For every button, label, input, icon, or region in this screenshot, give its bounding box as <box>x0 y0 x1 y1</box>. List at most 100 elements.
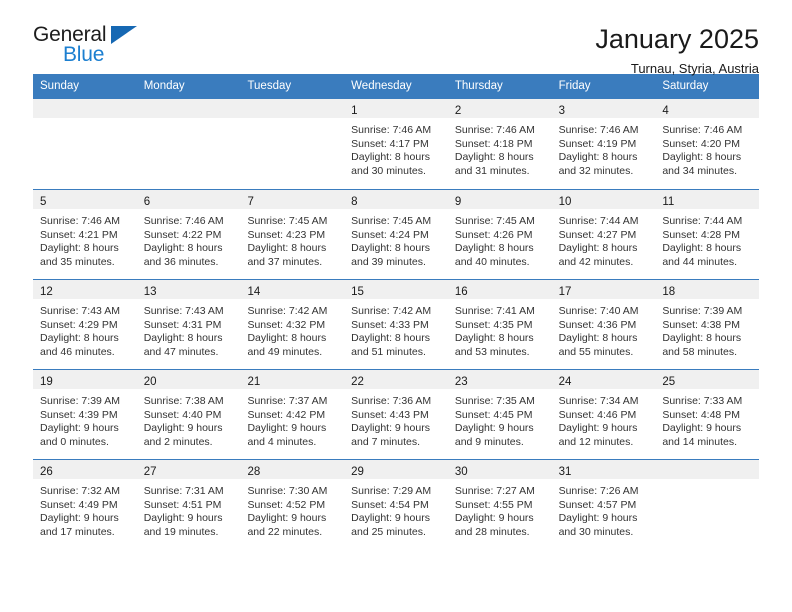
weekday-header-thursday: Thursday <box>454 80 503 92</box>
day-cell[interactable]: 30 Sunrise: 7:27 AM Sunset: 4:55 PM Dayligh… <box>447 460 552 549</box>
day-number: 8 <box>351 196 358 208</box>
day-detail-line: and 35 minutes. <box>40 255 115 268</box>
day-cell[interactable]: 7 Sunrise: 7:45 AM Sunset: 4:23 PM Daylight… <box>240 190 345 279</box>
weekday-header-wednesday: Wednesday <box>351 80 412 92</box>
day-number-band: 22 <box>344 370 448 389</box>
day-cell[interactable]: 11 Sunrise: 7:44 AM Sunset: 4:28 PM Dayligh… <box>655 190 760 279</box>
day-cell[interactable]: 21 Sunrise: 7:37 AM Sunset: 4:42 PM Dayligh… <box>240 370 345 459</box>
day-detail-line: Sunset: 4:18 PM <box>454 137 533 150</box>
calendar-weeks: 1 Sunrise: 7:46 AM Sunset: 4:17 PM Daylight… <box>33 99 760 549</box>
day-details: Sunrise: 7:43 AM Sunset: 4:31 PM Daylight:… <box>137 299 241 359</box>
day-details: Sunrise: 7:26 AM Sunset: 4:57 PM Daylight:… <box>552 479 656 539</box>
day-cell[interactable]: 17 Sunrise: 7:40 AM Sunset: 4:36 PM Dayligh… <box>551 280 656 369</box>
day-number-band: 29 <box>344 460 448 479</box>
day-cell[interactable]: 27 Sunrise: 7:31 AM Sunset: 4:51 PM Dayligh… <box>136 460 241 549</box>
day-detail-line: Sunrise: 7:46 AM <box>558 124 639 136</box>
day-cell[interactable]: 2 Sunrise: 7:46 AM Sunset: 4:18 PM Daylight… <box>447 99 552 189</box>
day-detail-line: Sunrise: 7:40 AM <box>558 305 639 317</box>
day-number-band: 2 <box>447 99 552 118</box>
day-detail-line: and 31 minutes. <box>454 164 530 177</box>
page-title: January 2025 <box>595 24 759 54</box>
day-detail-line: Daylight: 9 hours <box>247 512 327 524</box>
day-detail-line: Sunset: 4:39 PM <box>40 408 118 421</box>
day-detail-line: Sunrise: 7:39 AM <box>662 305 743 317</box>
day-detail-line: Daylight: 9 hours <box>351 512 430 524</box>
day-cell[interactable]: 28 Sunrise: 7:30 AM Sunset: 4:52 PM Dayligh… <box>240 460 345 549</box>
weekday-header-row: Sunday Monday Tuesday Wednesday Thursday Frid… <box>33 74 759 99</box>
day-detail-line: Sunset: 4:23 PM <box>247 228 326 241</box>
day-detail-line: Daylight: 9 hours <box>143 422 223 434</box>
day-cell[interactable]: 23 Sunrise: 7:35 AM Sunset: 4:45 PM Dayligh… <box>447 370 552 459</box>
day-number-band: 24 <box>551 370 656 389</box>
day-cell[interactable]: 16 Sunrise: 7:41 AM Sunset: 4:35 PM Dayligh… <box>447 280 552 369</box>
day-detail-line: Sunset: 4:55 PM <box>454 498 533 511</box>
day-cell[interactable]: 13 Sunrise: 7:43 AM Sunset: 4:31 PM Dayligh… <box>136 280 241 369</box>
day-details: Sunrise: 7:46 AM Sunset: 4:17 PM Daylight:… <box>344 118 448 178</box>
day-cell[interactable]: 18 Sunrise: 7:39 AM Sunset: 4:38 PM Dayligh… <box>655 280 760 369</box>
day-detail-line: Sunrise: 7:46 AM <box>351 124 432 136</box>
day-cell[interactable]: 14 Sunrise: 7:42 AM Sunset: 4:32 PM Dayligh… <box>240 280 345 369</box>
day-number: 18 <box>662 286 676 298</box>
day-number-band: 7 <box>240 190 345 209</box>
day-cell[interactable]: 4 Sunrise: 7:46 AM Sunset: 4:20 PM Daylight… <box>655 99 760 189</box>
day-detail-line: Sunrise: 7:46 AM <box>40 215 120 227</box>
day-detail-line: Daylight: 9 hours <box>558 422 638 434</box>
day-cell[interactable]: 15 Sunrise: 7:42 AM Sunset: 4:33 PM Dayligh… <box>344 280 448 369</box>
day-detail-line: and 9 minutes. <box>454 435 524 448</box>
day-cell[interactable]: 1 Sunrise: 7:46 AM Sunset: 4:17 PM Daylight… <box>344 99 448 189</box>
day-detail-line: Daylight: 8 hours <box>558 151 638 163</box>
day-number-band: 26 <box>33 460 137 479</box>
day-number-band: 30 <box>447 460 552 479</box>
brand-logo[interactable]: General Blue <box>33 22 153 70</box>
day-number-band: 12 <box>33 280 137 299</box>
day-detail-line: Sunrise: 7:45 AM <box>454 215 535 227</box>
day-detail-line: Sunrise: 7:46 AM <box>662 124 743 136</box>
day-cell[interactable]: 31 Sunrise: 7:26 AM Sunset: 4:57 PM Dayligh… <box>551 460 656 549</box>
weekday-header-saturday: Saturday <box>662 80 709 92</box>
day-number: 10 <box>558 196 572 208</box>
day-detail-line: and 44 minutes. <box>662 255 738 268</box>
day-cell[interactable]: 10 Sunrise: 7:44 AM Sunset: 4:27 PM Dayligh… <box>551 190 656 279</box>
day-cell[interactable]: 6 Sunrise: 7:46 AM Sunset: 4:22 PM Daylight… <box>136 190 241 279</box>
calendar-week-row: 19 Sunrise: 7:39 AM Sunset: 4:39 PM Dayligh… <box>33 369 760 459</box>
calendar-grid: Sunday Monday Tuesday Wednesday Thursday Frid… <box>33 74 760 549</box>
weekday-header-tuesday: Tuesday <box>247 80 292 92</box>
day-details: Sunrise: 7:43 AM Sunset: 4:29 PM Daylight:… <box>33 299 137 359</box>
day-details: Sunrise: 7:40 AM Sunset: 4:36 PM Daylight:… <box>552 299 656 359</box>
day-detail-line: and 36 minutes. <box>143 255 219 268</box>
day-cell[interactable]: 3 Sunrise: 7:46 AM Sunset: 4:19 PM Daylight… <box>551 99 656 189</box>
day-number-band: 20 <box>136 370 241 389</box>
day-cell[interactable]: 19 Sunrise: 7:39 AM Sunset: 4:39 PM Dayligh… <box>33 370 137 459</box>
calendar-week-row: 5 Sunrise: 7:46 AM Sunset: 4:21 PM Daylight… <box>33 189 760 279</box>
day-detail-line: Sunset: 4:45 PM <box>454 408 533 421</box>
day-cell[interactable]: 22 Sunrise: 7:36 AM Sunset: 4:43 PM Dayligh… <box>344 370 448 459</box>
day-detail-line: Sunrise: 7:43 AM <box>143 305 224 317</box>
day-number: 25 <box>662 376 676 388</box>
day-detail-line: and 30 minutes. <box>351 164 426 177</box>
day-number: 15 <box>351 286 364 298</box>
day-cell[interactable]: 20 Sunrise: 7:38 AM Sunset: 4:40 PM Dayligh… <box>136 370 241 459</box>
day-details <box>240 118 344 124</box>
day-detail-line: and 53 minutes. <box>454 345 530 358</box>
day-cell[interactable]: 12 Sunrise: 7:43 AM Sunset: 4:29 PM Dayligh… <box>33 280 137 369</box>
day-detail-line: Sunset: 4:48 PM <box>662 408 740 421</box>
calendar-week-row: 26 Sunrise: 7:32 AM Sunset: 4:49 PM Dayligh… <box>33 459 760 549</box>
day-cell[interactable]: 9 Sunrise: 7:45 AM Sunset: 4:26 PM Daylight… <box>447 190 552 279</box>
day-detail-line: and 28 minutes. <box>454 525 530 538</box>
day-detail-line: Sunrise: 7:37 AM <box>247 395 328 407</box>
day-cell[interactable]: 24 Sunrise: 7:34 AM Sunset: 4:46 PM Dayligh… <box>551 370 656 459</box>
day-details: Sunrise: 7:44 AM Sunset: 4:27 PM Daylight:… <box>552 209 656 269</box>
day-cell[interactable]: 26 Sunrise: 7:32 AM Sunset: 4:49 PM Dayligh… <box>33 460 137 549</box>
day-detail-line: and 58 minutes. <box>662 345 738 358</box>
day-detail-line: and 55 minutes. <box>558 345 634 358</box>
day-number: 21 <box>247 376 261 388</box>
day-cell[interactable]: 5 Sunrise: 7:46 AM Sunset: 4:21 PM Daylight… <box>33 190 137 279</box>
day-cell[interactable]: 8 Sunrise: 7:45 AM Sunset: 4:24 PM Daylight… <box>344 190 448 279</box>
day-cell[interactable]: 29 Sunrise: 7:29 AM Sunset: 4:54 PM Dayligh… <box>344 460 448 549</box>
day-cell[interactable]: 25 Sunrise: 7:33 AM Sunset: 4:48 PM Dayligh… <box>655 370 760 459</box>
day-number-band: 6 <box>136 190 241 209</box>
day-number-band: 8 <box>344 190 448 209</box>
day-detail-line: and 2 minutes. <box>143 435 213 448</box>
day-detail-line: Sunset: 4:27 PM <box>558 228 637 241</box>
day-detail-line: Daylight: 9 hours <box>247 422 327 434</box>
